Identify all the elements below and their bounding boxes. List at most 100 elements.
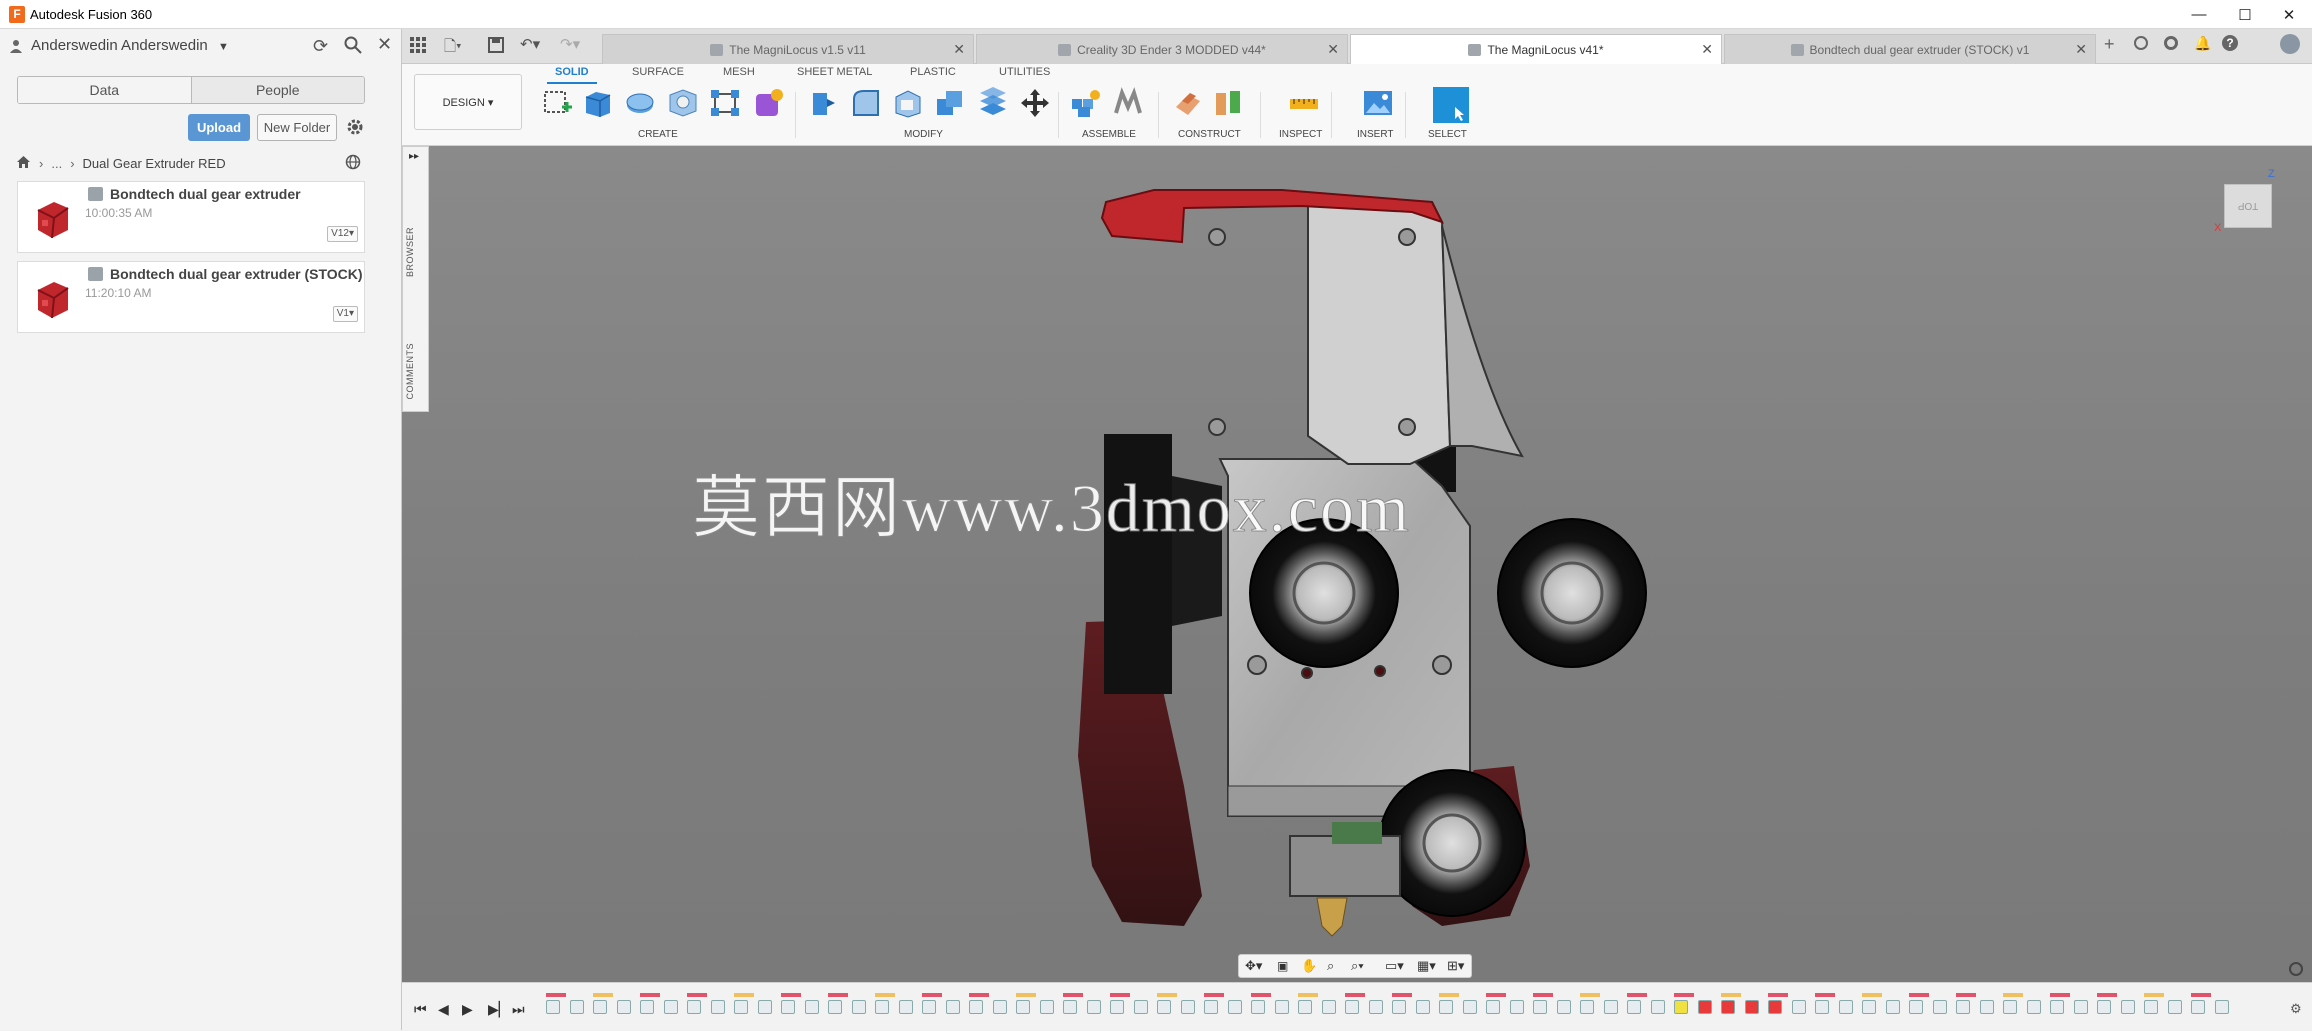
timeline-feature-icon[interactable] bbox=[1744, 1000, 1759, 1014]
timeline-feature-icon[interactable] bbox=[1039, 1000, 1054, 1014]
timeline-feature-icon[interactable] bbox=[851, 1000, 866, 1014]
offset-plane-icon[interactable] bbox=[1172, 87, 1202, 119]
timeline-feature-icon[interactable] bbox=[1862, 1000, 1876, 1014]
timeline-feature-icon[interactable] bbox=[1791, 1000, 1806, 1014]
user-name-dropdown[interactable]: Anderswedin Anderswedin ▼ bbox=[31, 37, 229, 54]
timeline-feature-icon[interactable] bbox=[1603, 1000, 1618, 1014]
timeline-feature-icon[interactable] bbox=[1251, 1000, 1265, 1014]
undo-icon[interactable]: ↶▾ bbox=[520, 35, 540, 53]
orbit-icon[interactable]: ✥▾ bbox=[1245, 958, 1262, 974]
fit-icon[interactable]: ⌕▾ bbox=[1351, 958, 1364, 974]
timeline-feature-icon[interactable] bbox=[1815, 1000, 1829, 1014]
version-dropdown[interactable]: V12▾ bbox=[327, 226, 358, 242]
job-status-icon[interactable] bbox=[2134, 36, 2148, 50]
display-settings-icon[interactable] bbox=[2289, 962, 2303, 976]
save-icon[interactable] bbox=[488, 37, 504, 58]
timeline-feature-icon[interactable] bbox=[2191, 1000, 2205, 1014]
measure-icon[interactable] bbox=[1288, 87, 1318, 119]
timeline-feature-icon[interactable] bbox=[1157, 1000, 1171, 1014]
timeline-feature-icon[interactable] bbox=[1298, 1000, 1312, 1014]
search-icon[interactable] bbox=[344, 36, 362, 59]
timeline-feature-icon[interactable] bbox=[1885, 1000, 1900, 1014]
viewports-icon[interactable]: ⊞▾ bbox=[1447, 958, 1464, 974]
timeline-feature-icon[interactable] bbox=[1768, 1000, 1782, 1014]
timeline-feature-icon[interactable] bbox=[1674, 1000, 1688, 1014]
avatar[interactable] bbox=[2280, 34, 2300, 54]
timeline-feature-icon[interactable] bbox=[804, 1000, 819, 1014]
redo-icon[interactable]: ↷▾ bbox=[560, 35, 580, 53]
timeline-feature-icon[interactable] bbox=[1227, 1000, 1242, 1014]
assemble-menu[interactable]: ASSEMBLE bbox=[1082, 129, 1136, 140]
file-card[interactable]: Bondtech dual gear extruder (STOCK) 11:2… bbox=[17, 261, 365, 333]
timeline-feature-icon[interactable] bbox=[1533, 1000, 1547, 1014]
help-icon[interactable]: ? bbox=[2222, 35, 2238, 51]
play-icon[interactable]: ▶ bbox=[462, 1001, 473, 1018]
timeline-feature-icon[interactable] bbox=[2097, 1000, 2111, 1014]
timeline-feature-icon[interactable] bbox=[1838, 1000, 1853, 1014]
timeline-feature-icon[interactable] bbox=[2120, 1000, 2135, 1014]
select-icon[interactable] bbox=[1433, 87, 1469, 123]
timeline-feature-icon[interactable] bbox=[710, 1000, 725, 1014]
form-icon[interactable] bbox=[752, 87, 783, 119]
grid-menu-icon[interactable] bbox=[410, 37, 426, 58]
timeline-feature-icon[interactable] bbox=[2073, 1000, 2088, 1014]
timeline-feature-icon[interactable] bbox=[1979, 1000, 1994, 1014]
timeline-feature-icon[interactable] bbox=[1392, 1000, 1406, 1014]
timeline-feature-icon[interactable] bbox=[546, 1000, 560, 1014]
3d-viewport[interactable]: ▸▸ BROWSER COMMENTS 莫西网www.3dmox.com TOP… bbox=[402, 146, 2312, 982]
globe-icon[interactable] bbox=[345, 154, 361, 175]
timeline-feature-icon[interactable] bbox=[1439, 1000, 1453, 1014]
display-mode-icon[interactable]: ▭▾ bbox=[1385, 958, 1404, 974]
new-tab-icon[interactable]: + bbox=[2104, 34, 2115, 55]
timeline-feature-icon[interactable] bbox=[1016, 1000, 1030, 1014]
timeline-feature-icon[interactable] bbox=[1086, 1000, 1101, 1014]
timeline-feature-icon[interactable] bbox=[569, 1000, 584, 1014]
tab-data[interactable]: Data bbox=[18, 77, 191, 103]
timeline-feature-icon[interactable] bbox=[1486, 1000, 1500, 1014]
timeline-feature-icon[interactable] bbox=[2050, 1000, 2064, 1014]
offset-face-icon[interactable] bbox=[977, 87, 1007, 119]
tab-mesh[interactable]: MESH bbox=[723, 66, 755, 78]
go-to-start-icon[interactable]: ⏮ bbox=[414, 1001, 427, 1018]
timeline-feature-icon[interactable] bbox=[1274, 1000, 1289, 1014]
zoom-icon[interactable]: ⌕ bbox=[1327, 958, 1334, 974]
timeline-feature-icon[interactable] bbox=[1627, 1000, 1641, 1014]
inspect-menu[interactable]: INSPECT bbox=[1279, 129, 1322, 140]
combine-icon[interactable] bbox=[934, 87, 964, 119]
timeline-feature-icon[interactable] bbox=[1956, 1000, 1970, 1014]
look-at-icon[interactable]: ▣ bbox=[1277, 959, 1288, 973]
doc-tab-active[interactable]: The MagniLocus v41* ✕ bbox=[1350, 34, 1722, 65]
minimize-button[interactable]: — bbox=[2176, 0, 2222, 29]
extrude-icon[interactable] bbox=[582, 87, 612, 119]
step-forward-icon[interactable]: ▶▏ bbox=[488, 1001, 510, 1018]
timeline-feature-icon[interactable] bbox=[922, 1000, 936, 1014]
timeline-feature-icon[interactable] bbox=[1721, 1000, 1735, 1014]
create-sketch-icon[interactable] bbox=[542, 87, 572, 119]
close-window-button[interactable]: ✕ bbox=[2266, 0, 2312, 29]
fillet-icon[interactable] bbox=[850, 87, 880, 119]
timeline-feature-icon[interactable] bbox=[992, 1000, 1007, 1014]
doc-tab[interactable]: Creality 3D Ender 3 MODDED v44* ✕ bbox=[976, 34, 1348, 64]
version-dropdown[interactable]: V1▾ bbox=[332, 306, 358, 322]
breadcrumb-ellipsis[interactable]: ... bbox=[51, 156, 62, 171]
extensions-icon[interactable] bbox=[2164, 36, 2178, 50]
timeline-feature-icon[interactable] bbox=[898, 1000, 913, 1014]
timeline-feature-icon[interactable] bbox=[687, 1000, 701, 1014]
press-pull-icon[interactable] bbox=[807, 87, 837, 119]
gear-icon[interactable] bbox=[345, 117, 365, 142]
joint-icon[interactable] bbox=[1112, 87, 1142, 119]
timeline-feature-icon[interactable] bbox=[1345, 1000, 1359, 1014]
timeline-feature-icon[interactable] bbox=[1368, 1000, 1383, 1014]
pattern-icon[interactable] bbox=[709, 87, 739, 119]
timeline-feature-icon[interactable] bbox=[828, 1000, 842, 1014]
timeline-feature-icon[interactable] bbox=[945, 1000, 960, 1014]
timeline-feature-icon[interactable] bbox=[1133, 1000, 1148, 1014]
timeline-feature-icon[interactable] bbox=[1697, 1000, 1712, 1014]
tab-people[interactable]: People bbox=[190, 77, 364, 103]
select-menu[interactable]: SELECT bbox=[1428, 129, 1467, 140]
tab-sheet-metal[interactable]: SHEET METAL bbox=[797, 66, 872, 78]
timeline-feature-icon[interactable] bbox=[640, 1000, 654, 1014]
go-to-end-icon[interactable]: ⏭ bbox=[512, 1001, 525, 1018]
timeline-feature-icon[interactable] bbox=[734, 1000, 748, 1014]
close-tab-icon[interactable]: ✕ bbox=[1327, 41, 1339, 58]
